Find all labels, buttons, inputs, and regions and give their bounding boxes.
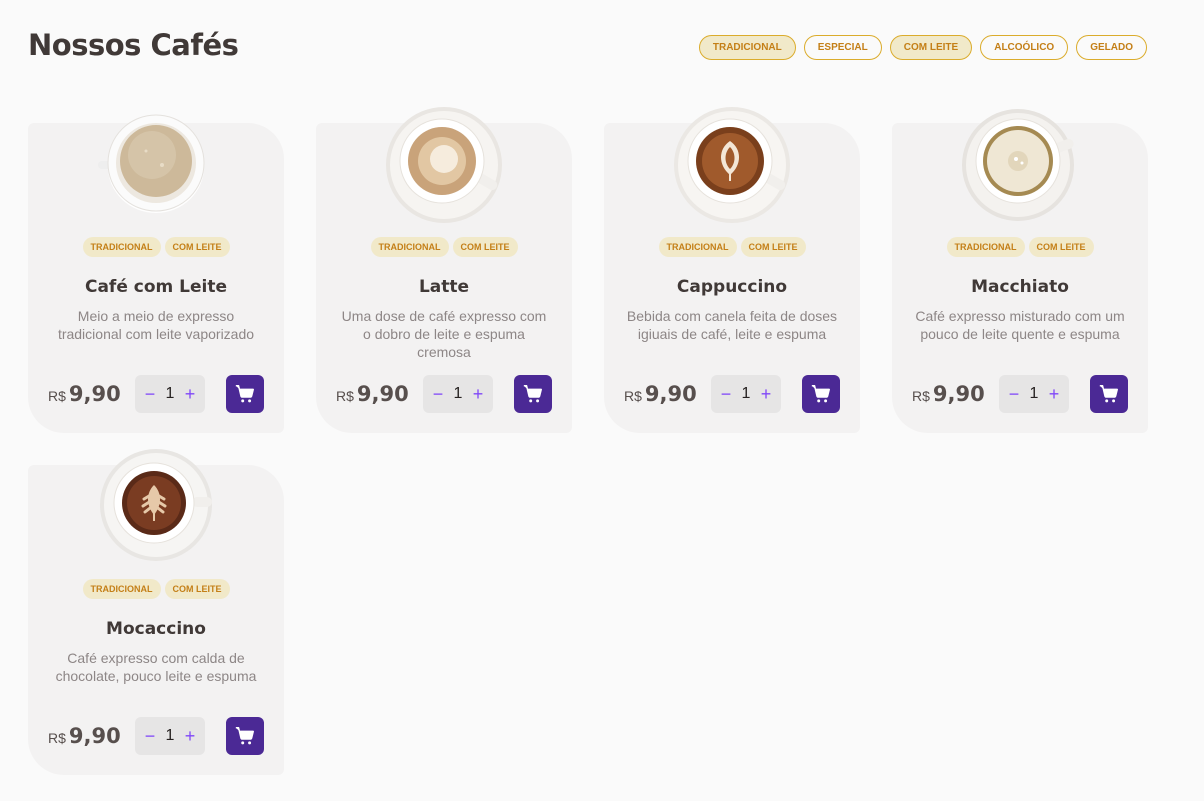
quantity-stepper: − 1 + [423, 375, 493, 413]
minus-icon[interactable]: − [143, 385, 157, 403]
filter-bar: TRADICIONAL ESPECIAL COM LEITE ALCOÓLICO… [698, 35, 1147, 60]
currency-label: R$ [912, 388, 930, 404]
minus-icon[interactable]: − [143, 727, 157, 745]
buy-row: R$ 9,90 − 1 + [48, 375, 264, 413]
shopping-cart-icon [1099, 385, 1118, 403]
price-value: 9,90 [932, 382, 985, 406]
price-value: 9,90 [68, 382, 121, 406]
product-card: TRADICIONAL COM LEITE Cappuccino Bebida … [604, 107, 860, 433]
tag-badge: COM LEITE [164, 237, 230, 257]
product-name: Latte [418, 277, 470, 297]
filter-alcoolico[interactable]: ALCOÓLICO [980, 35, 1069, 60]
tag-list: TRADICIONAL COM LEITE [946, 237, 1094, 257]
minus-icon[interactable]: − [1007, 385, 1021, 403]
plus-icon[interactable]: + [1047, 385, 1061, 403]
minus-icon[interactable]: − [431, 385, 445, 403]
quantity-stepper: − 1 + [999, 375, 1069, 413]
product-grid: TRADICIONAL COM LEITE Café com Leite Mei… [28, 107, 1148, 775]
product-card: TRADICIONAL COM LEITE Mocaccino Café exp… [28, 449, 284, 775]
mocaccino-image [96, 445, 216, 565]
shopping-cart-icon [235, 727, 254, 745]
price-value: 9,90 [356, 382, 409, 406]
product-card: TRADICIONAL COM LEITE Latte Uma dose de … [316, 107, 572, 433]
quantity-stepper: − 1 + [135, 375, 205, 413]
buy-row: R$ 9,90 − 1 + [624, 375, 840, 413]
quantity-stepper: − 1 + [711, 375, 781, 413]
currency-label: R$ [48, 730, 66, 746]
buy-row: R$ 9,90 − 1 + [336, 375, 552, 413]
actions: − 1 + [135, 717, 264, 755]
shopping-cart-icon [235, 385, 254, 403]
buy-row: R$ 9,90 − 1 + [912, 375, 1128, 413]
add-to-cart-button[interactable] [514, 375, 552, 413]
quantity-value: 1 [453, 385, 463, 402]
tag-list: TRADICIONAL COM LEITE [82, 237, 230, 257]
tag-list: TRADICIONAL COM LEITE [82, 579, 230, 599]
quantity-stepper: − 1 + [135, 717, 205, 755]
tag-badge: COM LEITE [164, 579, 230, 599]
tag-badge: TRADICIONAL [370, 237, 449, 257]
filter-tradicional[interactable]: TRADICIONAL [698, 35, 796, 60]
filter-com-leite[interactable]: COM LEITE [889, 35, 973, 60]
price: R$ 9,90 [912, 382, 985, 406]
currency-label: R$ [624, 388, 642, 404]
product-name: Café com Leite [84, 277, 228, 297]
add-to-cart-button[interactable] [226, 375, 264, 413]
product-description: Café expresso com calda de chocolate, po… [55, 650, 257, 684]
price: R$ 9,90 [624, 382, 697, 406]
quantity-value: 1 [165, 385, 175, 402]
page-title: Nossos Cafés [28, 28, 239, 62]
price: R$ 9,90 [48, 724, 121, 748]
tag-badge: COM LEITE [740, 237, 806, 257]
cappuccino-image [672, 103, 792, 223]
price-value: 9,90 [644, 382, 697, 406]
tag-badge: TRADICIONAL [658, 237, 737, 257]
product-name: Mocaccino [106, 619, 206, 639]
product-description: Café expresso misturado com um pouco de … [915, 308, 1125, 342]
actions: − 1 + [711, 375, 840, 413]
shopping-cart-icon [523, 385, 542, 403]
add-to-cart-button[interactable] [802, 375, 840, 413]
actions: − 1 + [999, 375, 1128, 413]
price: R$ 9,90 [336, 382, 409, 406]
plus-icon[interactable]: + [471, 385, 485, 403]
add-to-cart-button[interactable] [226, 717, 264, 755]
product-card: TRADICIONAL COM LEITE Café com Leite Mei… [28, 114, 284, 433]
product-description: Bebida com canela feita de doses igiuais… [626, 308, 838, 342]
tag-list: TRADICIONAL COM LEITE [370, 237, 518, 257]
tag-badge: COM LEITE [452, 237, 518, 257]
quantity-value: 1 [1029, 385, 1039, 402]
product-name: Macchiato [971, 277, 1069, 297]
product-name: Cappuccino [676, 277, 788, 297]
shopping-cart-icon [811, 385, 830, 403]
price: R$ 9,90 [48, 382, 121, 406]
product-description: Meio a meio de expresso tradicional com … [57, 308, 255, 342]
plus-icon[interactable]: + [183, 385, 197, 403]
currency-label: R$ [336, 388, 354, 404]
minus-icon[interactable]: − [719, 385, 733, 403]
tag-badge: TRADICIONAL [82, 579, 161, 599]
filter-gelado[interactable]: GELADO [1076, 35, 1147, 60]
tag-badge: TRADICIONAL [946, 237, 1025, 257]
buy-row: R$ 9,90 − 1 + [48, 717, 264, 755]
currency-label: R$ [48, 388, 66, 404]
cafe-com-leite-image [96, 103, 216, 223]
add-to-cart-button[interactable] [1090, 375, 1128, 413]
latte-image [384, 103, 504, 223]
plus-icon[interactable]: + [759, 385, 773, 403]
product-description: Uma dose de café expresso com o dobro de… [341, 308, 547, 360]
tag-badge: COM LEITE [1028, 237, 1094, 257]
quantity-value: 1 [165, 727, 175, 744]
tag-badge: TRADICIONAL [82, 237, 161, 257]
product-card: TRADICIONAL COM LEITE Macchiato Café exp… [892, 109, 1148, 433]
price-value: 9,90 [68, 724, 121, 748]
quantity-value: 1 [741, 385, 751, 402]
actions: − 1 + [135, 375, 264, 413]
actions: − 1 + [423, 375, 552, 413]
filter-especial[interactable]: ESPECIAL [803, 35, 882, 60]
tag-list: TRADICIONAL COM LEITE [658, 237, 806, 257]
plus-icon[interactable]: + [183, 727, 197, 745]
macchiato-image [960, 103, 1080, 223]
